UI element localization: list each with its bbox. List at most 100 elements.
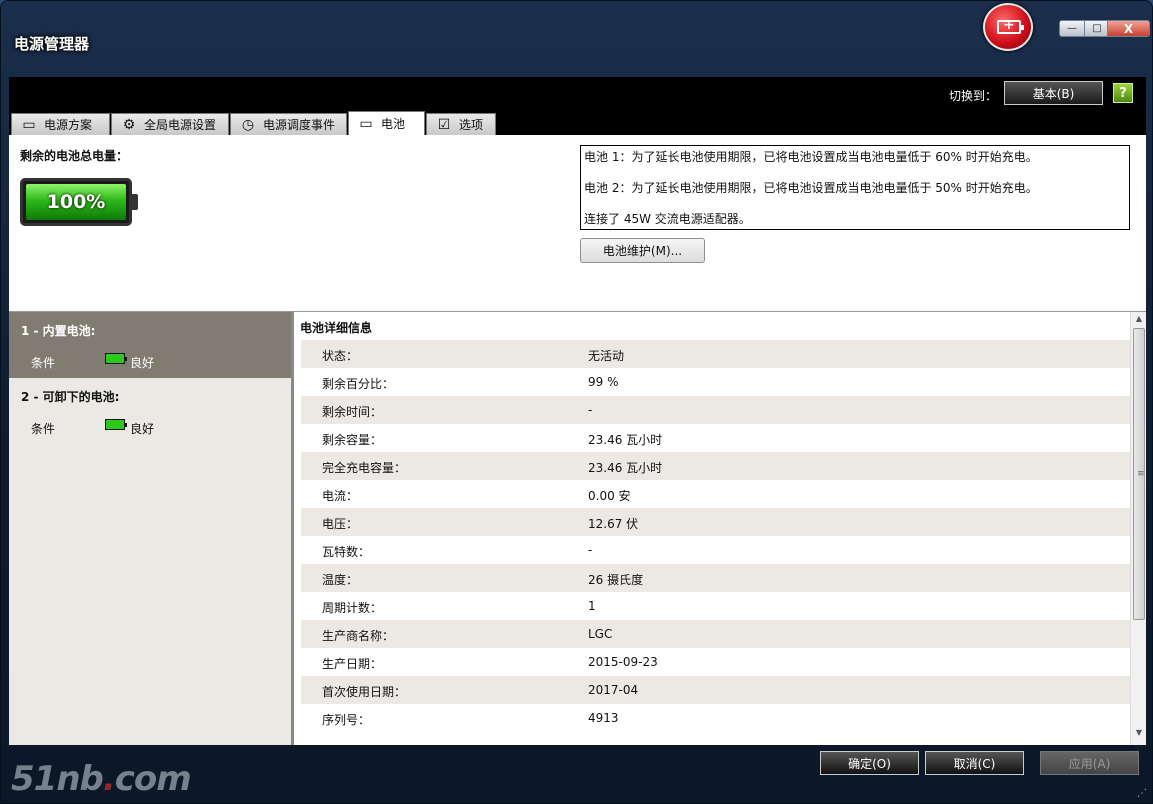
detail-value: 99 %: [588, 375, 619, 389]
battery-icon: ▭: [359, 115, 373, 132]
detail-label: 剩余时间：: [322, 405, 383, 419]
detail-value: 23.46 瓦小时: [588, 461, 663, 475]
battery-gauge: 100%: [20, 178, 138, 226]
table-row: 电流： 0.00 安: [301, 480, 1130, 508]
detail-value: -: [588, 403, 593, 417]
table-row: 温度： 26 摄氏度: [301, 564, 1130, 592]
table-row: 首次使用日期： 2017-04: [301, 676, 1130, 704]
battery-1-message: 电池 1：为了延长电池使用期限，已将电池设置成当电池电量低于 60% 时开始充电…: [584, 150, 1038, 164]
battery-name: 2 - 可卸下的电池:: [21, 390, 120, 404]
basic-mode-button[interactable]: 基本(B): [1004, 81, 1103, 105]
detail-value: 26 摄氏度: [588, 573, 644, 587]
scroll-down-arrow-icon[interactable]: ▼: [1131, 728, 1146, 742]
battery-info-box: 电池 1：为了延长电池使用期限，已将电池设置成当电池电量低于 60% 时开始充电…: [580, 145, 1130, 230]
battery-gauge-tip: [132, 194, 138, 210]
battery-list-item-removable[interactable]: 2 - 可卸下的电池: 条件 良好: [9, 378, 291, 444]
scroll-up-arrow-icon[interactable]: ▲: [1131, 314, 1146, 328]
battery-name: 1 - 内置电池:: [21, 324, 96, 338]
cancel-button[interactable]: 取消(C): [925, 751, 1024, 775]
tab-power-plans[interactable]: ▭ 电源方案: [11, 113, 110, 135]
tab-label: 全局电源设置: [144, 118, 217, 132]
detail-value: -: [588, 543, 593, 557]
tab-label: 电源方案: [44, 118, 93, 132]
details-scrollbar[interactable]: ▲ ≡ ▼: [1130, 312, 1146, 745]
detail-label: 温度：: [322, 573, 359, 587]
battery-gauge-fill: 100%: [26, 184, 126, 220]
battery-summary-panel: 剩余的电池总电量： 100% 电池 1：为了延长电池使用期限，已将电池设置成当电…: [9, 135, 1146, 311]
tab-label: 选项: [459, 118, 484, 132]
condition-label: 条件: [31, 356, 56, 370]
table-row: 剩余时间： -: [301, 396, 1130, 424]
tab-global-settings[interactable]: ⚙ 全局电源设置: [111, 113, 229, 135]
scroll-thumb[interactable]: ≡: [1133, 328, 1145, 620]
detail-label: 首次使用日期：: [322, 685, 407, 699]
condition-label: 条件: [31, 422, 56, 436]
detail-label: 生产商名称：: [322, 629, 395, 643]
detail-value: LGC: [588, 627, 613, 641]
minimize-button[interactable]: —: [1059, 20, 1085, 37]
battery-maintenance-button[interactable]: 电池维护(M)...: [580, 238, 705, 263]
window-title: 电源管理器: [14, 35, 90, 53]
gear-icon: ⚙: [122, 116, 136, 133]
table-row: 剩余容量： 23.46 瓦小时: [301, 424, 1130, 452]
battery-status: 良好: [130, 422, 155, 436]
detail-label: 剩余容量：: [322, 433, 383, 447]
detail-label: 电流：: [322, 489, 359, 503]
table-row: 生产日期： 2015-09-23: [301, 648, 1130, 676]
detail-value: 无活动: [588, 349, 625, 363]
battery-status-icon: [105, 353, 127, 364]
detail-value: 12.67 伏: [588, 517, 639, 531]
detail-value: 23.46 瓦小时: [588, 433, 663, 447]
table-row: 完全充电容量： 23.46 瓦小时: [301, 452, 1130, 480]
remaining-charge-label: 剩余的电池总电量：: [20, 149, 129, 163]
details-title: 电池详细信息: [300, 321, 373, 335]
detail-label: 电压：: [322, 517, 359, 531]
table-row: 生产商名称： LGC: [301, 620, 1130, 648]
tab-label: 电源调度事件: [263, 118, 336, 132]
detail-value: 0.00 安: [588, 489, 631, 503]
battery-list: 1 - 内置电池: 条件 良好 2 - 可卸下的电池: 条件 良好: [9, 311, 291, 745]
battery-list-item-internal[interactable]: 1 - 内置电池: 条件 良好: [9, 312, 291, 378]
battery-percent-text: 100%: [46, 191, 106, 213]
table-row: 剩余百分比： 99 %: [301, 368, 1130, 396]
help-icon[interactable]: ?: [1113, 83, 1133, 103]
detail-label: 完全充电容量：: [322, 461, 407, 475]
watermark-logo: 51nb.com: [11, 759, 192, 799]
clock-icon: ◷: [241, 116, 255, 133]
battery-2-message: 电池 2：为了延长电池使用期限，已将电池设置成当电池电量低于 50% 时开始充电…: [584, 181, 1038, 195]
ok-button[interactable]: 确定(O): [820, 751, 919, 775]
resize-grip-icon[interactable]: ⋰: [1137, 788, 1147, 799]
detail-label: 状态：: [322, 349, 359, 363]
table-row: 序列号： 4913: [301, 704, 1130, 732]
detail-label: 瓦特数：: [322, 545, 371, 559]
table-row: 电压： 12.67 伏: [301, 508, 1130, 536]
detail-value: 2015-09-23: [588, 655, 658, 669]
battery-details-panel: 电池详细信息 状态： 无活动剩余百分比： 99 % 剩余时间： - 剩余容量： 23.46 …: [291, 311, 1146, 745]
table-row: 状态： 无活动: [301, 340, 1130, 368]
battery-status-icon: [105, 419, 127, 430]
tab-options[interactable]: ☑ 选项: [426, 113, 496, 135]
detail-value: 4913: [588, 711, 619, 725]
detail-value: 2017-04: [588, 683, 639, 697]
apply-button[interactable]: 应用(A): [1040, 751, 1139, 775]
table-row: 瓦特数： -: [301, 536, 1130, 564]
battery-status: 良好: [130, 356, 155, 370]
title-bar[interactable]: 电源管理器 + — □ X: [1, 1, 1152, 77]
detail-label: 周期计数：: [322, 601, 383, 615]
table-row: 周期计数： 1: [301, 592, 1130, 620]
detail-label: 剩余百分比：: [322, 377, 395, 391]
detail-label: 序列号：: [322, 713, 371, 727]
tab-label: 电池: [381, 117, 406, 131]
battery-outline-icon: ▭: [22, 116, 36, 133]
detail-label: 生产日期：: [322, 657, 383, 671]
tab-battery[interactable]: ▭ 电池: [348, 111, 425, 135]
detail-value: 1: [588, 599, 596, 613]
adapter-message: 连接了 45W 交流电源适配器。: [584, 212, 751, 226]
checkbox-icon: ☑: [437, 116, 451, 133]
app-logo-icon: +: [983, 3, 1033, 51]
tab-power-schedule[interactable]: ◷ 电源调度事件: [230, 113, 347, 135]
switch-to-label: 切换到：: [949, 89, 998, 103]
power-manager-window: 电源管理器 + — □ X 切换到： 基本(B) ? ▭ 电源方案 ⚙ 全局电源…: [0, 0, 1153, 804]
header-strip: 切换到： 基本(B) ? ▭ 电源方案 ⚙ 全局电源设置 ◷ 电源调度事件 ▭ …: [9, 77, 1146, 135]
close-button[interactable]: X: [1107, 20, 1150, 37]
